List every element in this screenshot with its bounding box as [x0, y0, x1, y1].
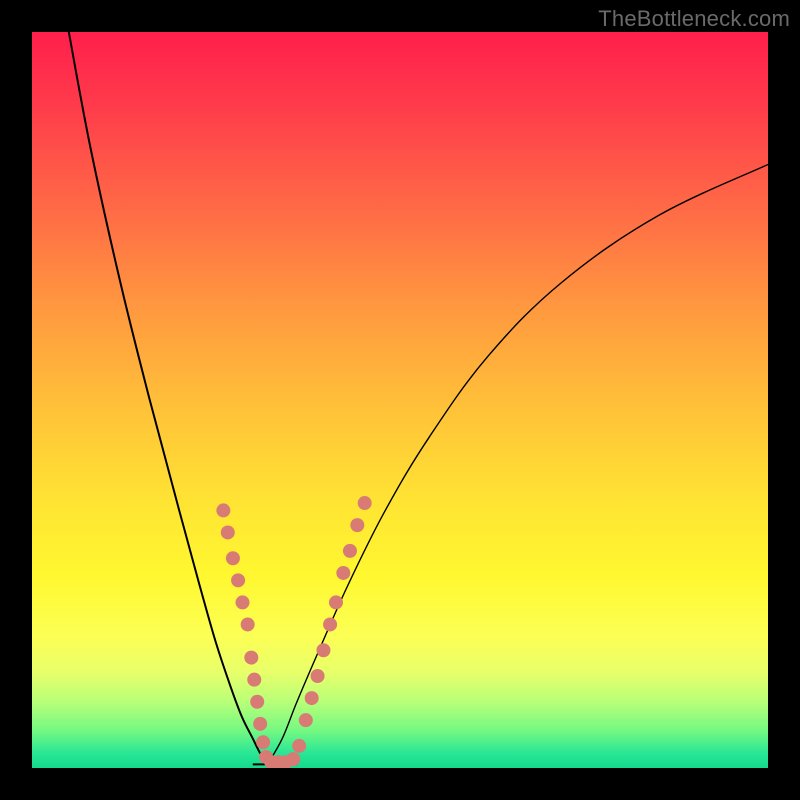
marker-dot — [358, 496, 372, 510]
right-curve — [268, 164, 768, 764]
marker-dot — [235, 595, 249, 609]
marker-dot — [256, 735, 270, 749]
marker-dot — [231, 573, 245, 587]
marker-dot — [292, 739, 306, 753]
marker-dot — [241, 617, 255, 631]
marker-dot — [311, 669, 325, 683]
marker-dot — [244, 651, 258, 665]
marker-dot — [299, 713, 313, 727]
marker-dot — [250, 695, 264, 709]
plot-area — [32, 32, 768, 768]
chart-svg — [32, 32, 768, 768]
marker-dot — [336, 566, 350, 580]
marker-dot — [247, 673, 261, 687]
marker-dot — [221, 525, 235, 539]
marker-dot — [316, 643, 330, 657]
left-curve — [69, 32, 268, 764]
marker-dot — [253, 717, 267, 731]
marker-dot — [305, 691, 319, 705]
marker-dot — [286, 752, 300, 766]
watermark-text: TheBottleneck.com — [598, 6, 790, 32]
marker-dot — [226, 551, 240, 565]
marker-dot — [323, 617, 337, 631]
marker-dot — [329, 595, 343, 609]
marker-group — [216, 496, 371, 768]
chart-frame: TheBottleneck.com — [0, 0, 800, 800]
marker-dot — [216, 503, 230, 517]
marker-dot — [343, 544, 357, 558]
marker-dot — [350, 518, 364, 532]
